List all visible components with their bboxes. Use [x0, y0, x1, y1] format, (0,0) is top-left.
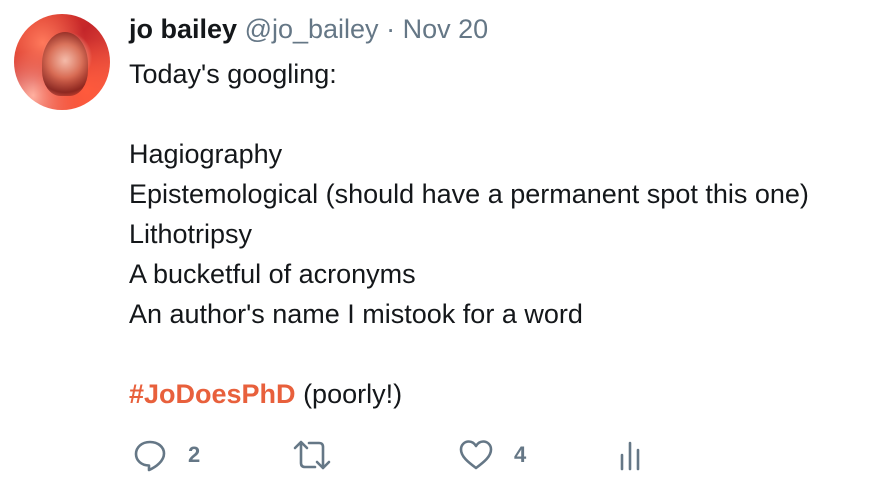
- author-name[interactable]: jo bailey: [129, 14, 237, 44]
- avatar[interactable]: [14, 14, 110, 110]
- tweet-actions: 2 4: [132, 436, 832, 474]
- header-separator: ·: [386, 14, 396, 44]
- analytics-icon: [620, 441, 640, 471]
- tweet-line: Today's googling:: [129, 59, 337, 89]
- hashtag-link[interactable]: #JoDoesPhD: [129, 379, 296, 409]
- tweet-line: Hagiography: [129, 139, 283, 169]
- tweet-line: Epistemological (should have a permanent…: [129, 179, 809, 209]
- tweet-line: A bucketful of acronyms: [129, 259, 416, 289]
- analytics-button[interactable]: [618, 436, 644, 474]
- heart-icon: [459, 440, 493, 470]
- like-count: 4: [514, 442, 527, 467]
- retweet-button[interactable]: [292, 436, 332, 474]
- author-handle[interactable]: @jo_bailey: [245, 14, 379, 44]
- hashtag-suffix: (poorly!): [295, 379, 403, 409]
- tweet-card: jo bailey @jo_bailey · Nov 20 Today's go…: [0, 0, 892, 488]
- reply-count: 2: [188, 442, 201, 467]
- tweet-header: jo bailey @jo_bailey · Nov 20: [129, 12, 488, 46]
- like-button[interactable]: 4: [458, 436, 526, 474]
- tweet-line: Lithotripsy: [129, 219, 253, 249]
- tweet-text: Today's googling: Hagiography Epistemolo…: [129, 54, 869, 414]
- avatar-portrait: [42, 32, 88, 96]
- retweet-icon: [293, 440, 331, 470]
- reply-icon: [134, 440, 166, 472]
- tweet-date[interactable]: Nov 20: [403, 14, 489, 44]
- tweet-line: An author's name I mistook for a word: [129, 299, 583, 329]
- reply-button[interactable]: 2: [132, 436, 200, 474]
- tweet-line-hashtag: #JoDoesPhD (poorly!): [129, 374, 869, 414]
